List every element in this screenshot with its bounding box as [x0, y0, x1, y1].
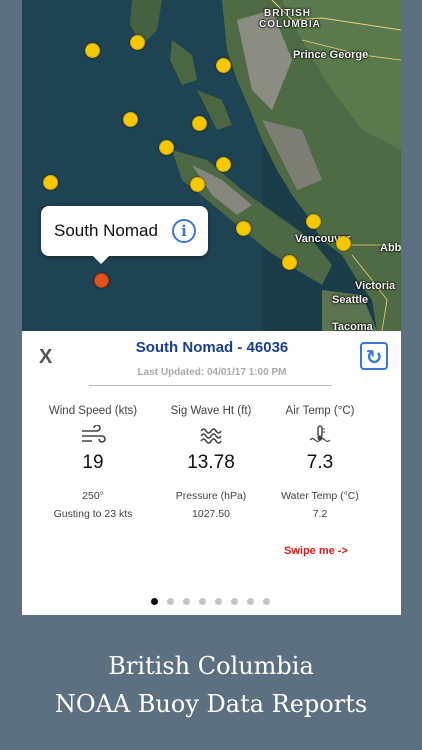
buoy-marker[interactable] [336, 236, 351, 251]
wind-icon [33, 424, 153, 447]
pressure-value: 1027.50 [192, 508, 230, 520]
callout-station-name: South Nomad [54, 221, 158, 240]
page-dot[interactable] [215, 598, 222, 605]
swipe-hint[interactable]: Swipe me -> [284, 545, 348, 557]
buoy-marker[interactable] [190, 177, 205, 192]
buoy-marker[interactable] [236, 221, 251, 236]
water-temp-value: 7.2 [312, 508, 328, 520]
station-title: South Nomad - 46036 [135, 339, 289, 356]
buoy-marker[interactable] [43, 175, 58, 190]
buoy-marker[interactable] [282, 255, 297, 270]
info-icon[interactable]: i [172, 219, 196, 243]
app-screen: BRITISH COLUMBIA Prince George Vancouver… [22, 0, 401, 615]
buoy-marker[interactable] [216, 58, 231, 73]
buoy-marker[interactable] [130, 35, 145, 50]
map-label-region-line1: BRITISH [264, 8, 311, 19]
divider [89, 385, 332, 386]
page-dot-active[interactable] [151, 598, 158, 605]
water-temp-label: Water Temp (°C) [281, 490, 359, 502]
air-temp-value: 7.3 [306, 452, 334, 473]
buoy-marker[interactable] [192, 116, 207, 131]
page-dot[interactable] [183, 598, 190, 605]
caption-line-2: NOAA Buoy Data Reports [54, 690, 368, 718]
temp-column: Air Temp (°C) 7.3 Water Temp (°C) 7.2 [260, 405, 380, 520]
close-button[interactable]: X [39, 346, 52, 369]
wind-direction: 250° [82, 490, 104, 502]
caption-line-1: British Columbia [108, 652, 314, 680]
buoy-marker[interactable] [85, 43, 100, 58]
buoy-marker[interactable] [306, 214, 321, 229]
wave-height-value: 13.78 [187, 452, 235, 473]
buoy-marker[interactable] [123, 112, 138, 127]
wind-speed-value: 19 [82, 452, 104, 473]
selected-buoy-marker[interactable] [94, 273, 109, 288]
wind-column: Wind Speed (kts) 19 250° Gusting to 23 k… [33, 405, 153, 520]
page-dot[interactable] [263, 598, 270, 605]
map-label-seattle: Seattle [332, 294, 369, 306]
map-label-prince-george: Prince George [293, 49, 369, 61]
page-dot[interactable] [231, 598, 238, 605]
buoy-callout[interactable]: South Nomad i [41, 206, 208, 264]
map-label-region-line2: COLUMBIA [259, 19, 321, 30]
pressure-label: Pressure (hPa) [175, 490, 247, 502]
map-label-abb: Abb [380, 242, 401, 254]
map-label-tacoma: Tacoma [332, 321, 373, 331]
map-view[interactable]: BRITISH COLUMBIA Prince George Vancouver… [22, 0, 401, 331]
page-dot[interactable] [167, 598, 174, 605]
buoy-marker[interactable] [159, 140, 174, 155]
wave-column: Sig Wave Ht (ft) 13.78 Pressure (hPa) 10… [151, 405, 271, 520]
page-dot[interactable] [247, 598, 254, 605]
map-label-victoria: Victoria [355, 280, 396, 292]
last-updated: Last Updated: 04/01/17 1:00 PM [137, 367, 287, 378]
page-dot[interactable] [199, 598, 206, 605]
air-temp-label: Air Temp (°C) [285, 405, 355, 417]
wave-height-label: Sig Wave Ht (ft) [170, 405, 252, 417]
refresh-icon[interactable]: ↻ [360, 342, 388, 370]
wind-gust: Gusting to 23 kts [53, 508, 133, 520]
page-indicator[interactable] [151, 592, 279, 605]
waves-icon [151, 425, 271, 447]
wind-speed-label: Wind Speed (kts) [48, 405, 138, 417]
water-temp-icon [260, 425, 380, 447]
buoy-marker[interactable] [216, 157, 231, 172]
